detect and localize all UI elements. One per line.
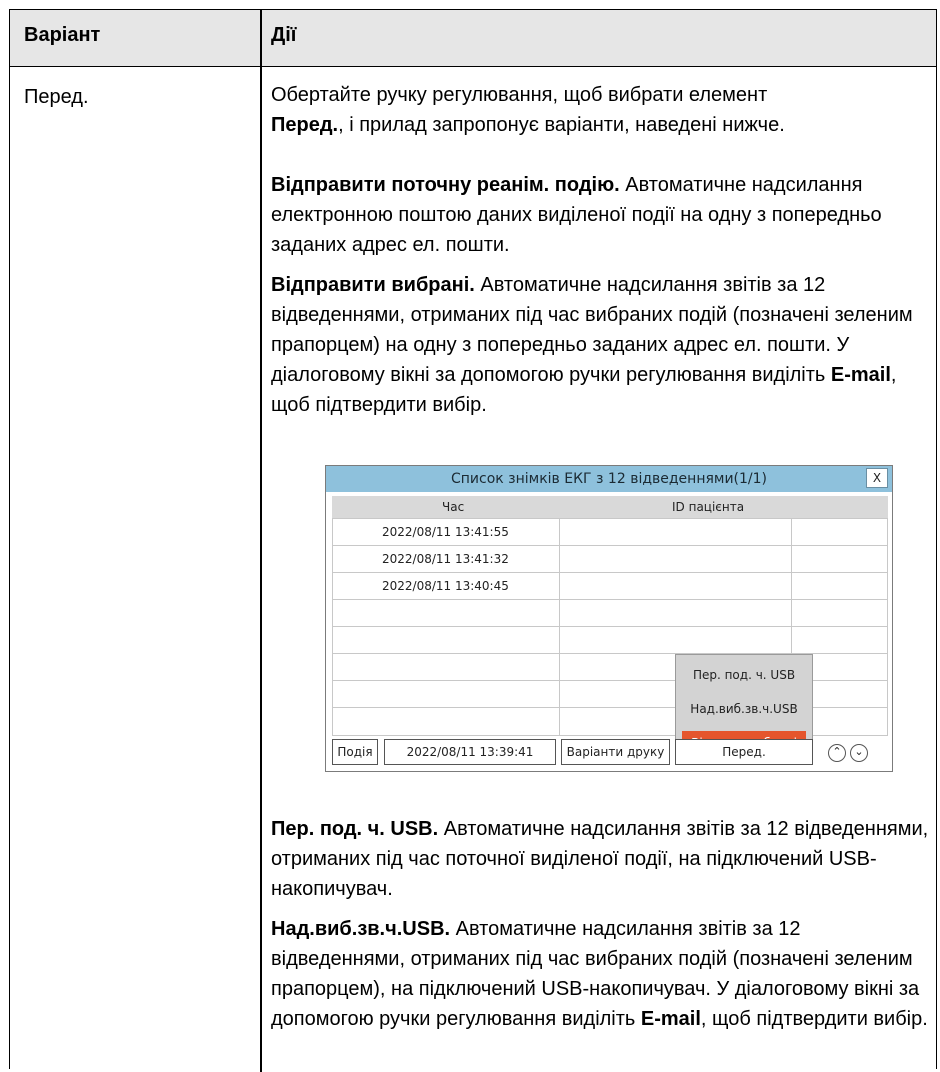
table-row-time[interactable]: 2022/08/11 13:41:55 <box>382 525 509 539</box>
forward-button[interactable]: Перед. <box>675 739 813 765</box>
event-time-field[interactable]: 2022/08/11 13:39:41 <box>384 739 556 765</box>
header-variant: Варіант <box>24 24 101 46</box>
header-actions: Дії <box>271 24 297 46</box>
usb-selected-text-2: , щоб підтвердити вибір. <box>700 1008 928 1030</box>
print-options-button[interactable]: Варіанти друку <box>561 739 670 765</box>
intro-text-1: Обертайте ручку регулювання, щоб вибрати… <box>271 84 768 106</box>
grid-line <box>559 518 560 736</box>
send-selected-email: E-mail <box>830 364 891 386</box>
usb-current-bold: Пер. под. ч. USB. <box>271 818 439 840</box>
send-selected-paragraph: Відправити вибрані. Автоматичне надсилан… <box>271 270 931 420</box>
intro-bold: Перед. <box>271 114 339 136</box>
usb-selected-email: E-mail <box>640 1008 701 1030</box>
send-selected-bold: Відправити вибрані. <box>271 274 475 296</box>
screenshot-table: Час ID пацієнта 2022/08/11 13:41:55 2022… <box>332 496 888 764</box>
usb-selected-paragraph: Над.виб.зв.ч.USB. Автоматичне надсилання… <box>271 914 931 1034</box>
screenshot-title: Список знімків ЕКГ з 12 відведеннями(1/1… <box>326 466 892 492</box>
grid-line <box>332 599 888 600</box>
chevron-down-icon[interactable]: ⌄ <box>850 744 868 762</box>
send-current-paragraph: Відправити поточну реанім. подію. Автома… <box>271 170 931 260</box>
usb-selected-bold: Над.виб.зв.ч.USB. <box>271 918 451 940</box>
screenshot-bottom-bar: Подія 2022/08/11 13:39:41 Варіанти друку… <box>332 739 888 767</box>
chevron-up-icon[interactable]: ⌃ <box>828 744 846 762</box>
grid-line <box>887 518 888 736</box>
column-time: Час <box>442 500 465 514</box>
grid-line <box>332 626 888 627</box>
grid-line <box>332 518 888 519</box>
table-row-time[interactable]: 2022/08/11 13:40:45 <box>382 579 509 593</box>
screenshot-table-header: Час ID пацієнта <box>332 496 888 518</box>
menu-item-usb-current[interactable]: Пер. под. ч. USB <box>676 663 812 687</box>
document-page: Варіант Дії Перед. Обертайте ручку регул… <box>0 0 940 1072</box>
intro-text-2: , і прилад запропонує варіанти, наведені… <box>338 114 785 136</box>
menu-item-usb-selected[interactable]: Над.виб.зв.ч.USB <box>676 697 812 721</box>
event-label-button[interactable]: Подія <box>332 739 378 765</box>
close-button[interactable]: X <box>866 468 888 488</box>
ecg-list-screenshot: Список знімків ЕКГ з 12 відведеннями(1/1… <box>325 465 893 772</box>
grid-line <box>332 518 333 736</box>
intro-paragraph: Обертайте ручку регулювання, щоб вибрати… <box>271 80 931 140</box>
column-patient-id: ID пацієнта <box>672 500 745 514</box>
usb-current-paragraph: Пер. под. ч. USB. Автоматичне надсилання… <box>271 814 931 904</box>
grid-line <box>332 572 888 573</box>
variant-cell: Перед. <box>24 86 89 108</box>
column-divider <box>260 9 262 1072</box>
send-current-bold: Відправити поточну реанім. подію. <box>271 174 620 196</box>
table-row-time[interactable]: 2022/08/11 13:41:32 <box>382 552 509 566</box>
grid-line <box>332 545 888 546</box>
